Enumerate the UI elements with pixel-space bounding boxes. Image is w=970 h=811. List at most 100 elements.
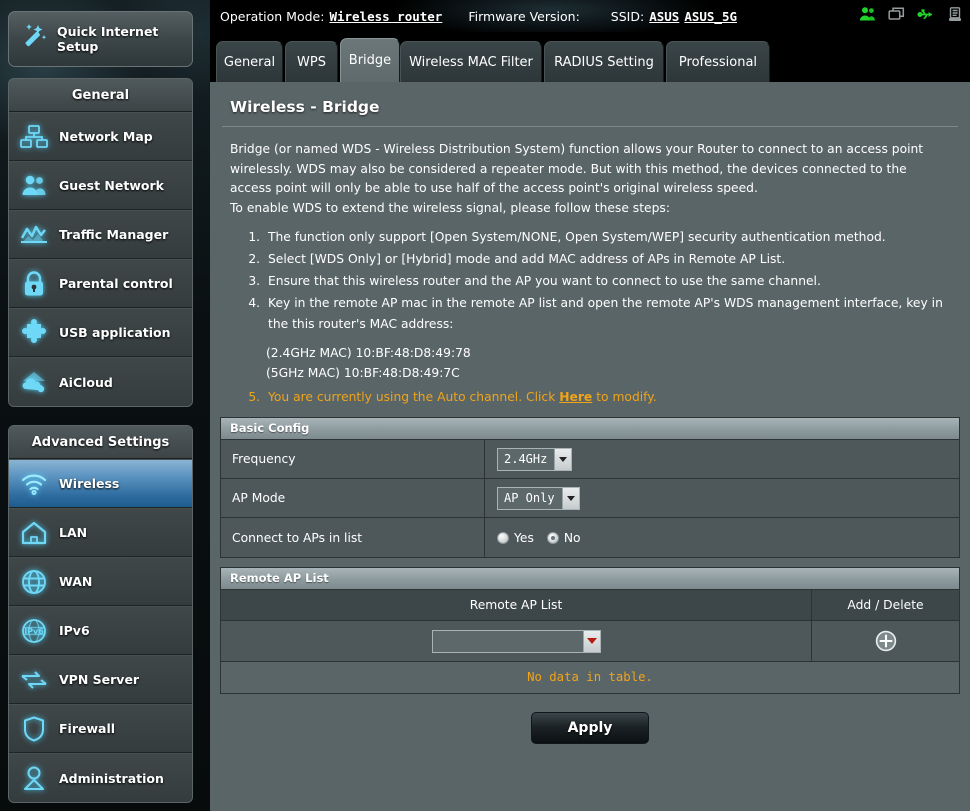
sidebar-item-label: AiCloud: [59, 374, 113, 390]
chart-icon: [9, 222, 59, 248]
sidebar-item-label: WAN: [59, 574, 93, 589]
tab-bridge[interactable]: Bridge: [340, 38, 400, 82]
sidebar-item-label: IPv6: [59, 623, 90, 638]
remote-ap-list-title: Remote AP List: [221, 568, 959, 590]
ssid-value-24[interactable]: ASUS: [649, 9, 679, 24]
sidebar-item-aicloud[interactable]: AiCloud: [9, 357, 192, 406]
chevron-down-icon[interactable]: [554, 448, 572, 470]
sidebar-item-label: VPN Server: [59, 672, 140, 687]
quick-internet-setup-button[interactable]: Quick Internet Setup: [8, 11, 193, 67]
step-item: Key in the remote AP mac in the remote A…: [264, 293, 960, 335]
sidebar: Quick Internet Setup General Network Map: [0, 0, 210, 811]
users-icon: [9, 173, 59, 199]
operation-mode-label: Operation Mode:: [220, 8, 325, 24]
remote-ap-list-section: Remote AP List Remote AP List Add / Dele…: [220, 567, 960, 694]
main-area: Operation Mode: Wireless router Firmware…: [210, 0, 970, 811]
intro-paragraph-2: To enable WDS to extend the wireless sig…: [230, 200, 670, 215]
connect-radio-yes[interactable]: Yes: [497, 531, 534, 545]
connect-to-aps-row: Connect to APs in list Yes No: [221, 518, 959, 557]
remote-ap-input-row: [221, 621, 959, 662]
sidebar-general-panel: General Network Map Guest Network Traffi…: [8, 78, 193, 407]
wifi-icon: [9, 471, 59, 497]
sidebar-advanced-panel: Advanced Settings Wireless LAN WAN IPv6 …: [8, 425, 193, 803]
ssid-value-5g[interactable]: ASUS_5G: [684, 9, 737, 24]
connect-to-aps-label: Connect to APs in list: [221, 518, 485, 557]
remote-ap-combobox[interactable]: [431, 629, 601, 654]
sidebar-item-label: Guest Network: [59, 178, 164, 193]
connect-radio-no[interactable]: No: [546, 530, 581, 545]
tab-wps[interactable]: WPS: [285, 41, 338, 82]
frequency-select[interactable]: 2.4GHz: [497, 447, 573, 471]
sidebar-item-traffic-manager[interactable]: Traffic Manager: [9, 210, 192, 259]
display-icon[interactable]: [888, 6, 905, 26]
person-icon: [9, 764, 59, 792]
ap-mode-value: AP Only: [504, 490, 555, 505]
tab-general[interactable]: General: [216, 41, 283, 82]
sidebar-item-label: Firewall: [59, 721, 116, 736]
sidebar-item-parental-control[interactable]: Parental control: [9, 259, 192, 308]
apply-row: Apply: [220, 712, 960, 744]
firmware-version-label: Firmware Version:: [468, 8, 580, 24]
mac-address-24ghz: (2.4GHz MAC) 10:BF:48:D8:49:78: [266, 346, 471, 360]
home-icon: [9, 520, 59, 546]
step-item-auto-channel: You are currently using the Auto channel…: [264, 387, 960, 408]
radio-label-no: No: [563, 530, 581, 545]
radio-indicator: [497, 531, 509, 544]
column-header-add-delete: Add / Delete: [847, 598, 924, 612]
plus-circle-icon[interactable]: [875, 630, 897, 652]
remote-ap-table-header: Remote AP List Add / Delete: [221, 590, 959, 621]
intro-paragraph-1: Bridge (or named WDS - Wireless Distribu…: [230, 142, 924, 195]
sidebar-item-guest-network[interactable]: Guest Network: [9, 161, 192, 210]
step-item: Ensure that this wireless router and the…: [264, 271, 960, 292]
auto-channel-here-link[interactable]: Here: [559, 390, 592, 404]
step5-text-post: to modify.: [592, 390, 657, 404]
ap-mode-select[interactable]: AP Only: [497, 486, 580, 510]
sidebar-item-label: Administration: [59, 770, 164, 786]
status-topbar: Operation Mode: Wireless router Firmware…: [210, 0, 970, 32]
sidebar-item-label: USB application: [59, 325, 171, 340]
radio-label-yes: Yes: [514, 530, 534, 545]
printer-icon[interactable]: [948, 6, 962, 26]
sidebar-item-wireless[interactable]: Wireless: [9, 459, 192, 508]
chevron-down-icon[interactable]: [582, 630, 600, 652]
tab-wireless-mac-filter[interactable]: Wireless MAC Filter: [400, 41, 542, 82]
ap-mode-row: AP Mode AP Only: [221, 479, 959, 518]
basic-config-section: Basic Config Frequency 2.4GHz AP Mode AP…: [220, 417, 960, 558]
quick-internet-setup-label: Quick Internet Setup: [57, 24, 159, 54]
sidebar-item-label: Network Map: [59, 129, 153, 144]
tab-radius-setting[interactable]: RADIUS Setting: [544, 41, 664, 82]
operation-mode-value[interactable]: Wireless router: [329, 9, 442, 24]
content-panel: Wireless - Bridge Bridge (or named WDS -…: [210, 82, 970, 811]
remote-ap-input[interactable]: [433, 631, 583, 654]
sidebar-item-ipv6[interactable]: IPv6 IPv6: [9, 606, 192, 655]
radio-indicator: [546, 531, 559, 544]
mac-address-5ghz: (5GHz MAC) 10:BF:48:D8:49:7C: [266, 366, 460, 380]
page-title: Wireless - Bridge: [230, 98, 380, 116]
frequency-row: Frequency 2.4GHz: [221, 440, 959, 479]
cloud-icon: [9, 369, 59, 395]
step-item: The function only support [Open System/N…: [264, 227, 960, 248]
ap-mode-label: AP Mode: [221, 479, 485, 517]
topbar-icon-group: [859, 0, 962, 32]
chevron-down-icon[interactable]: [561, 487, 579, 509]
sidebar-item-wan[interactable]: WAN: [9, 557, 192, 606]
sidebar-item-usb-application[interactable]: USB application: [9, 308, 192, 357]
network-map-icon: [9, 124, 59, 150]
remote-ap-empty-message: No data in table.: [221, 662, 959, 693]
sidebar-advanced-title: Advanced Settings: [9, 426, 192, 459]
svg-text:IPv6: IPv6: [24, 627, 44, 636]
sidebar-general-title: General: [9, 79, 192, 112]
sidebar-item-administration[interactable]: Administration: [9, 753, 192, 802]
apply-button[interactable]: Apply: [531, 712, 649, 744]
step-item: Select [WDS Only] or [Hybrid] mode and a…: [264, 249, 960, 270]
sidebar-item-lan[interactable]: LAN: [9, 508, 192, 557]
tab-professional[interactable]: Professional: [666, 41, 770, 82]
sidebar-item-firewall[interactable]: Firewall: [9, 704, 192, 753]
sidebar-item-vpn-server[interactable]: VPN Server: [9, 655, 192, 704]
steps-list-continued: You are currently using the Auto channel…: [264, 387, 960, 408]
tab-bar: General WPS Bridge Wireless MAC Filter R…: [210, 38, 970, 82]
lock-icon: [9, 270, 59, 298]
sidebar-item-network-map[interactable]: Network Map: [9, 112, 192, 161]
usb-icon[interactable]: [917, 6, 936, 26]
clients-icon[interactable]: [859, 6, 876, 26]
